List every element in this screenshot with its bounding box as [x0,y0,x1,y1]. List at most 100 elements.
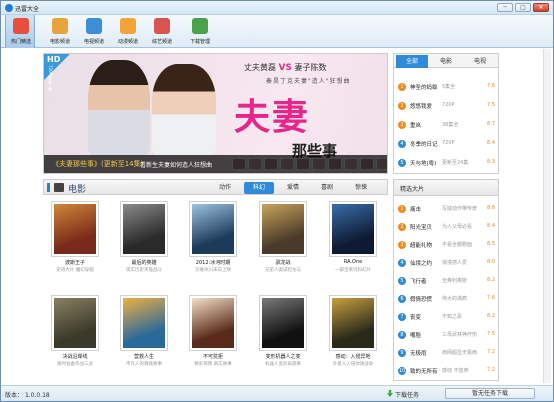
rank-title[interactable]: 悠悠我爱 [410,102,432,110]
movie-title[interactable]: 不可抗拒 [181,353,245,360]
rank-score: 8.4 [487,223,495,229]
download-manager-icon [192,18,208,34]
tool-variety-channel[interactable]: 综艺频道 [147,15,177,48]
rank-title[interactable]: 嘴脸 [410,331,421,339]
rank-desc: 写底动作带传奇 [442,206,478,212]
ranking-row[interactable]: 10 致的无所有 感动 不放弃 7.2 [398,366,496,378]
movie-desc: 一部宝莱坞科幻片 [335,268,371,273]
tool-movie-channel[interactable]: 电影频道 [45,15,75,48]
movie-poster[interactable] [189,295,237,351]
rank-title[interactable]: 致的无所有 [410,367,438,375]
download-tasks-link[interactable]: 下载任务 [395,390,419,399]
tool-hot-picks[interactable]: 热门精选 [5,15,35,48]
movie-poster[interactable] [329,201,377,257]
ranking-row[interactable]: 5 天与地(粤) 更新至24集 8.3 [398,158,496,170]
movie-desc: 外星人入侵地球战争 [332,362,374,367]
rank-title[interactable]: 丧变 [410,313,421,321]
rank-number: 5 [398,277,406,285]
window-title: 迅雷大全 [15,6,40,13]
movie-poster[interactable] [259,295,307,351]
movie-desc: 精彩惊悚 真实故事 [194,362,232,367]
ranking-row[interactable]: 2 悠悠我爱 720P 7.5 [398,101,496,113]
ranking-row[interactable]: 1 神圣的蚂蚁 5集全 7.6 [398,82,496,94]
movie-poster[interactable] [189,201,237,257]
movie-title[interactable]: 2012:冰河时期 [181,259,245,266]
ranking-row[interactable]: 7 丧变 不知之恶 8.2 [398,312,496,324]
featured-banner[interactable]: HD 720P高清下载 丈夫黄磊 VS 妻子陈数 秦昊丁克夫妻"造人"狂想曲 夫… [43,53,388,174]
vertical-scrollbar[interactable] [543,49,551,383]
poster-image [123,204,165,254]
tab-romance[interactable]: 爱情 [278,182,308,194]
movie-title[interactable]: 决战沿岸线 [43,353,107,360]
tv-channel-icon [86,18,102,34]
tool-tv-channel[interactable]: 电视频道 [79,15,109,48]
tab-action[interactable]: 动作 [210,182,240,194]
close-button[interactable]: ✕ [533,3,549,12]
variety-channel-icon [154,18,170,34]
rank-number: 4 [398,259,406,267]
rank-desc: 5集全 [442,84,456,90]
tab-tv[interactable]: 电视 [464,55,496,68]
ranking-row[interactable]: 4 仙境之约 浪漫感人爱 8.0 [398,258,496,270]
rank-title[interactable]: 天与地(粤) [410,159,436,167]
movie-poster[interactable] [259,201,307,257]
tool-download-manager[interactable]: 下载管理 [185,15,215,48]
rank-score: 7.5 [487,331,495,337]
movie-poster[interactable] [51,201,99,257]
version-info: 版本： 1.0.0.18 [5,390,50,399]
no-task-button[interactable]: 暂无任务下载 [445,388,535,399]
movie-poster[interactable] [120,295,168,351]
banner-title: 夫妻 [234,96,311,138]
movie-title[interactable]: 驯龙战 [251,259,315,266]
movie-title[interactable]: 变形机器人之变 [251,353,315,360]
rank-title[interactable]: 阳光宝贝 [410,223,432,231]
rank-score: 8.3 [487,159,495,165]
rank-title[interactable]: 假情恐慌 [410,295,432,303]
tool-label: 电影频道 [49,39,70,45]
tab-movie[interactable]: 电影 [430,55,462,68]
tab-all[interactable]: 全部 [396,55,428,68]
rank-title[interactable]: 无极雨 [410,349,427,357]
rank-title[interactable]: 飞行者 [410,277,427,285]
movie-title[interactable]: 营救人生 [112,353,176,360]
rank-number: 3 [398,241,406,249]
movie-poster[interactable] [51,295,99,351]
movie-poster[interactable] [329,295,377,351]
movie-title[interactable]: 最后的英雄 [112,259,176,266]
tool-label: 电视频道 [83,39,104,45]
maximize-button[interactable]: □ [515,3,531,12]
actress-photo [152,64,216,156]
caption-title[interactable]: 《夫妻那些事》(更新至14集) [52,159,143,169]
ranking-row[interactable]: 8 嘴脸 三母武林神疗伤 7.5 [398,330,496,342]
tab-thriller[interactable]: 惊悚 [346,182,376,194]
ranking-row[interactable]: 5 飞行者 全奥利奥斯 8.2 [398,276,496,288]
movie-title[interactable]: RA.One [321,259,385,265]
ranking-row[interactable]: 6 假情恐慌 伟大的谎疯 7.6 [398,294,496,306]
tool-label: 热门精选 [10,39,31,45]
ranking-row[interactable]: 3 重岚 38集全 8.7 [398,120,496,132]
rank-title[interactable]: 仙境之约 [410,259,432,267]
movie-desc: 随时准备作战三武 [57,362,93,367]
ranking-row[interactable]: 2 阳光宝贝 为人父母必看 8.4 [398,222,496,234]
ranking-row[interactable]: 9 无极雨 雨网超显无极雨 7.2 [398,348,496,360]
ranking-row[interactable]: 3 超能礼物 不看全都剧面 8.5 [398,240,496,252]
tool-anime-channel[interactable]: 动漫频道 [113,15,143,48]
tab-comedy[interactable]: 喜剧 [312,182,342,194]
movie-poster[interactable] [120,201,168,257]
rank-title[interactable]: 痛击 [410,205,421,213]
rank-title[interactable]: 神圣的蚂蚁 [410,83,438,91]
rank-desc: 不看全都剧面 [442,242,473,248]
rank-number: 10 [398,367,406,375]
ranking-row[interactable]: 1 痛击 写底动作带传奇 8.6 [398,204,496,216]
rank-title[interactable]: 超能礼物 [410,241,432,249]
movie-title[interactable]: 波斯王子 [43,259,107,266]
rank-desc: 伟大的谎疯 [442,296,468,302]
rank-number: 8 [398,331,406,339]
movie-title[interactable]: 感动：入侵异地 [321,353,385,360]
rank-title[interactable]: 重岚 [410,121,421,129]
minimize-button[interactable]: ─ [497,3,513,12]
tab-scifi[interactable]: 科幻 [244,182,274,194]
rank-number: 1 [398,205,406,213]
rank-title[interactable]: 冬季的日记 [410,140,438,148]
ranking-row[interactable]: 4 冬季的日记 720P 8.4 [398,139,496,151]
